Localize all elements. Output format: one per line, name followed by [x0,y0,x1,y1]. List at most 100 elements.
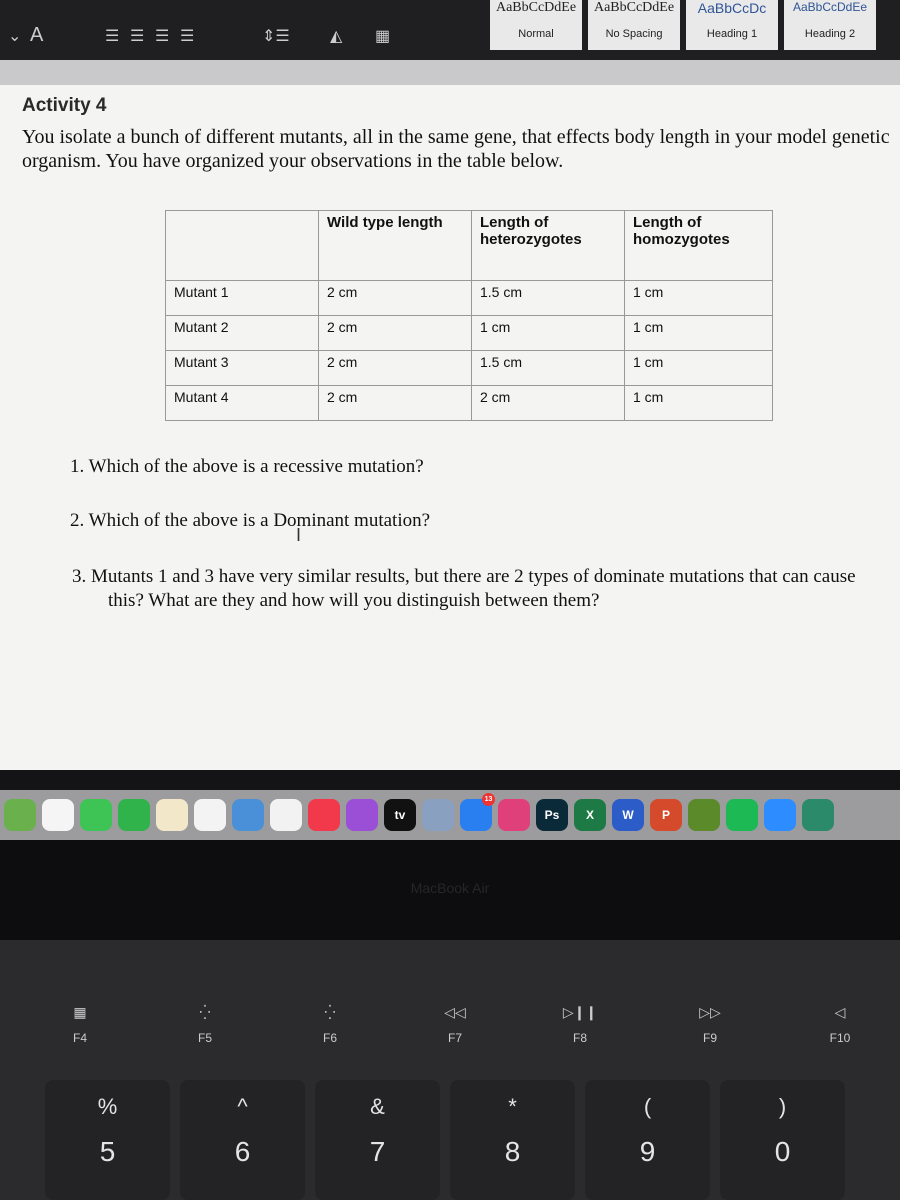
key-f10[interactable]: ◁ F10 [780,1000,900,1070]
dock-app-creative-cloud[interactable] [498,799,530,831]
chevron-down-icon[interactable]: ⌄ [8,26,21,46]
key-label: F9 [702,1031,717,1045]
key-f4[interactable]: ▦ F4 [20,1000,140,1070]
key-label: F4 [72,1031,87,1045]
dock-app-podcasts[interactable] [346,799,378,831]
cell: 2 cm [318,385,472,421]
style-preview: AaBbCcDc [697,0,767,16]
styles-gallery: AaBbCcDdEe Normal AaBbCcDdEe No Spacing Aa… [490,0,876,50]
style-name: Heading 2 [804,28,856,40]
style-heading-2[interactable]: AaBbCcDdEe Heading 2 [784,0,876,50]
line-spacing-icon[interactable]: ⇕☰ [262,26,290,46]
key-8[interactable]: * 8 [450,1080,575,1200]
font-color-button[interactable]: A [30,24,43,47]
key-shift-label: % [97,1094,118,1119]
document-margin [0,60,900,85]
key-0[interactable]: ) 0 [720,1080,845,1200]
key-5[interactable]: % 5 [45,1080,170,1200]
style-name: Normal [518,28,554,40]
key-9[interactable]: (9 [585,1080,710,1200]
key-shift-label: ^ [237,1094,248,1119]
text-cursor-icon: I [296,525,302,545]
align-center-icon[interactable]: ☰ [130,26,144,46]
dock-app-maps[interactable] [4,799,36,831]
dock-app-messages[interactable] [80,799,112,831]
dock-app-keynote[interactable] [232,799,264,831]
intro-text: You isolate a bunch of different mutants… [22,126,890,172]
key-glyph-icon: ⁛ [199,1004,211,1020]
style-preview: AaBbCcDdEe [792,0,868,14]
dock-app-app-store[interactable]: 13 [460,793,495,831]
style-name: Heading 1 [706,28,758,40]
dock-app-preview[interactable] [422,799,454,831]
dock-app-w[interactable]: W [612,799,644,831]
dock-app-tv[interactable]: tv [384,799,416,831]
key-label: F5 [197,1031,212,1045]
screen-bezel [0,770,900,790]
document-page[interactable]: Activity 4 You isolate a bunch of differ… [0,85,900,770]
key-glyph-icon: ▷❙❙ [562,1004,598,1020]
style-no-spacing[interactable]: AaBbCcDdEe No Spacing [588,0,680,50]
key-glyph-icon: ◁ [834,1004,846,1020]
dock-app-finder[interactable] [802,799,834,831]
key-label: F8 [572,1031,587,1045]
style-preview: AaBbCcDdEe [593,0,675,15]
header-cell [165,210,319,281]
dock-app-ps[interactable]: Ps [536,799,568,831]
dock-app-news[interactable] [270,799,302,831]
dock-app-spotify[interactable] [726,799,758,831]
cell: 1.5 cm [471,280,625,316]
dock-app-pages[interactable] [156,799,188,831]
align-left-icon[interactable]: ☰ [105,26,119,46]
cell: 2 cm [318,350,472,386]
align-right-icon[interactable]: ☰ [155,26,169,46]
cell: 1 cm [624,385,773,421]
key-shift-label: * [508,1094,517,1119]
header-cell: Length of heterozygotes [471,210,625,281]
key-6[interactable]: ^ 6 [180,1080,305,1200]
key-number-label: 6 [234,1136,251,1167]
key-number-label: 5 [99,1136,116,1167]
dock-app-photos[interactable] [42,799,74,831]
key-f6[interactable]: ⁛ F6 [270,1000,390,1070]
cell: 1.5 cm [471,350,625,386]
cell: Mutant 4 [165,385,319,421]
justify-icon[interactable]: ☰ [180,26,194,46]
app-label: tv [394,808,406,822]
shading-icon[interactable]: ◭ [330,26,342,46]
key-number-label: 7 [369,1136,386,1167]
borders-icon[interactable]: ▦ [375,26,390,46]
table-row: Mutant 12 cm 1.5 cm 1 cm [165,280,773,316]
header-cell: Wild type length [318,210,472,281]
cell: 1 cm [624,350,773,386]
dock-app-zoom[interactable] [764,799,796,831]
style-preview: AaBbCcDdEe [495,0,577,15]
app-label: W [622,808,634,822]
key-f5[interactable]: ⁛ F5 [145,1000,265,1070]
cell: 2 cm [471,385,625,421]
question-3: 3. Mutants 1 and 3 have very similar res… [72,566,856,611]
dock-app-minecraft[interactable] [688,799,720,831]
table-row: Mutant 32 cm 1.5 cm 1 cm [165,350,773,386]
key-7[interactable]: & 7 [315,1080,440,1200]
dock-app-music[interactable] [308,799,340,831]
app-label: P [661,808,670,822]
header-cell: Length of homozygotes [624,210,773,281]
style-normal[interactable]: AaBbCcDdEe Normal [490,0,582,50]
key-glyph-icon: ▦ [73,1004,87,1020]
laptop-brand: MacBook Air [410,880,490,896]
style-heading-1[interactable]: AaBbCcDc Heading 1 [686,0,778,50]
key-number-label: 8 [504,1136,521,1167]
key-label: F7 [447,1031,462,1045]
style-name: No Spacing [605,28,663,40]
dock-app-x[interactable]: X [574,799,606,831]
key-f9[interactable]: ▷▷ F9 [650,1000,770,1070]
cell: Mutant 2 [165,315,319,351]
dock-app-p[interactable]: P [650,799,682,831]
dock-app-facetime[interactable] [118,799,150,831]
dock-app-numbers[interactable] [194,799,226,831]
key-f8[interactable]: ▷❙❙ F8 [520,1000,640,1070]
key-f7[interactable]: ◁◁ F7 [395,1000,515,1070]
key-label: F10 [829,1031,851,1045]
question-1: 1. Which of the above is a recessive mut… [70,456,424,477]
